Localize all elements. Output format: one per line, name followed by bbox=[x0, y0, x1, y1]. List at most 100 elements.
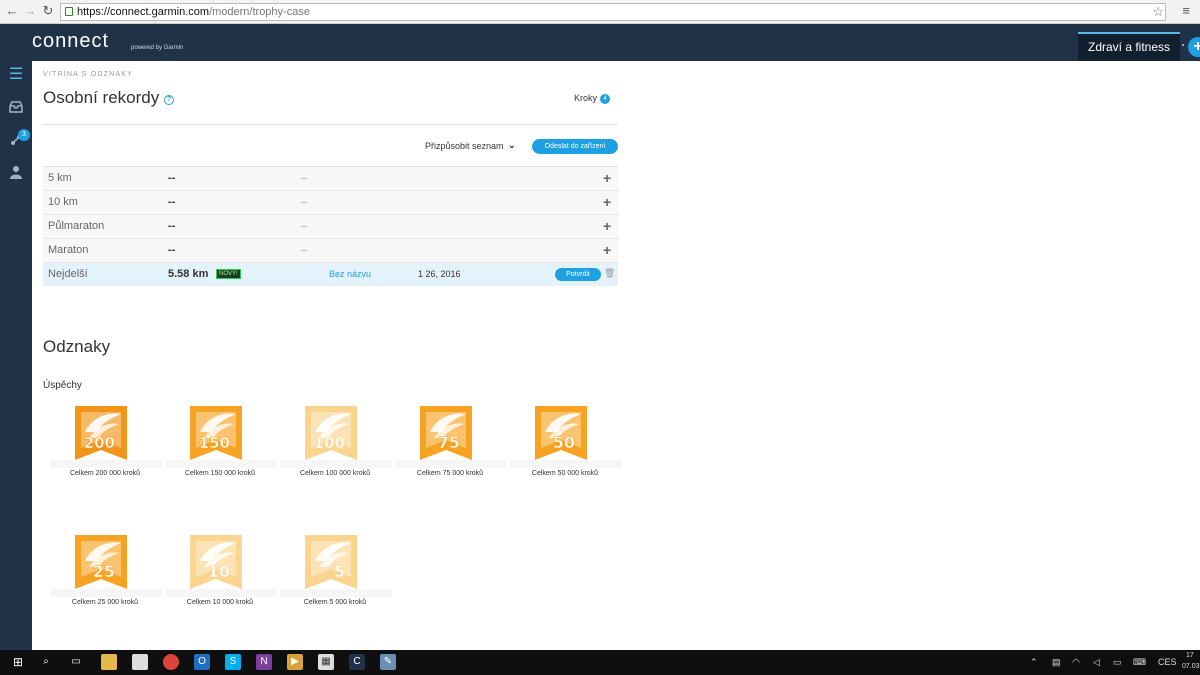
separator-dot bbox=[1182, 44, 1184, 46]
badge-label: Celkem 100 000 kroků bbox=[299, 470, 371, 477]
clock-time[interactable]: 17 bbox=[1186, 652, 1194, 659]
badge-number: 10 bbox=[208, 562, 230, 581]
notification-badge: 3 bbox=[18, 129, 30, 141]
windows-start-icon[interactable]: ⊞ bbox=[10, 654, 26, 670]
back-icon[interactable]: ← bbox=[4, 3, 20, 19]
trash-icon[interactable]: 🗑 bbox=[604, 268, 615, 279]
volume-icon[interactable]: ◁ bbox=[1093, 657, 1100, 668]
hamburger-menu-icon[interactable]: ☰ bbox=[8, 67, 24, 83]
paint-icon[interactable]: ✎ bbox=[380, 654, 396, 670]
media-player-icon[interactable]: ▶ bbox=[287, 654, 303, 670]
achievement-badge[interactable]: 50 Celkem 50 000 kroků bbox=[510, 406, 622, 496]
reload-icon[interactable]: ↻ bbox=[40, 3, 56, 19]
achievements-subtitle: Úspěchy bbox=[43, 380, 82, 391]
badge-label: Celkem 10 000 kroků bbox=[186, 599, 254, 606]
tab-health-fitness[interactable]: Zdraví a fitness bbox=[1078, 32, 1180, 61]
add-record-icon[interactable]: + bbox=[603, 242, 611, 258]
browser-menu-icon[interactable]: ≡ bbox=[1182, 3, 1190, 18]
record-activity: -- bbox=[301, 173, 307, 183]
badge-shadow bbox=[165, 589, 277, 597]
activity-link[interactable]: Bez názvu bbox=[329, 269, 371, 279]
record-row[interactable]: Půlmaraton -- -- + bbox=[43, 214, 618, 238]
confirm-button[interactable]: Potvrdit bbox=[555, 268, 601, 281]
badges-title: Odznaky bbox=[43, 337, 111, 356]
task-view-icon[interactable]: ▭ bbox=[68, 654, 84, 670]
achievement-badge[interactable]: 5 Celkem 5 000 kroků bbox=[280, 535, 392, 625]
record-value: -- bbox=[168, 244, 176, 256]
garmin-connect-icon[interactable]: C bbox=[349, 654, 365, 670]
record-row[interactable]: Maraton -- -- + bbox=[43, 238, 618, 262]
add-record-icon[interactable]: + bbox=[603, 218, 611, 234]
achievement-badge[interactable]: 75 Celkem 75 000 kroků bbox=[395, 406, 507, 496]
badge-shadow bbox=[50, 460, 162, 468]
chevron-down-icon[interactable]: ⌄ bbox=[508, 140, 516, 151]
logo-subtitle: powered by Garmin bbox=[131, 45, 184, 51]
badge-number: 200 bbox=[84, 434, 115, 452]
language-indicator[interactable]: CES bbox=[1158, 657, 1177, 667]
achievement-badge[interactable]: 200 Celkem 200 000 kroků bbox=[50, 406, 162, 496]
badge-shield-icon: 10 bbox=[190, 535, 242, 589]
windows-taskbar: ⊞ ⌕ ▭ O S N ▶ ▦ C ✎ ⌃ ▤ ◠ ◁ ▭ ⌨ CES 17 0… bbox=[0, 650, 1200, 675]
record-row[interactable]: 10 km -- -- + bbox=[43, 190, 618, 214]
breadcrumb: VITRÍNA S ODZNAKY bbox=[43, 71, 134, 78]
record-name: Nejdelší bbox=[48, 268, 88, 280]
badge-number: 150 bbox=[199, 434, 230, 452]
keyboard-icon[interactable]: ⌨ bbox=[1133, 657, 1146, 668]
store-icon[interactable] bbox=[132, 654, 148, 670]
achievement-badge[interactable]: 10 Celkem 10 000 kroků bbox=[165, 535, 277, 625]
forward-icon[interactable]: → bbox=[22, 3, 38, 19]
outlook-icon[interactable]: O bbox=[194, 654, 210, 670]
badge-number: 25 bbox=[93, 562, 115, 581]
network-icon[interactable]: ▤ bbox=[1052, 657, 1061, 668]
record-value: -- bbox=[168, 196, 176, 208]
url-path: /modern/trophy-case bbox=[209, 6, 310, 18]
badge-shadow bbox=[50, 589, 162, 597]
badge-label: Celkem 25 000 kroků bbox=[71, 599, 139, 606]
kroky-count-badge: 4 bbox=[600, 94, 610, 104]
badge-shield-icon: 100 bbox=[305, 406, 357, 460]
customize-list-dropdown[interactable]: Přizpůsobit seznam bbox=[425, 141, 504, 151]
add-record-icon[interactable]: + bbox=[603, 170, 611, 186]
inbox-icon[interactable] bbox=[8, 101, 24, 117]
achievement-badge[interactable]: 25 Celkem 25 000 kroků bbox=[50, 535, 162, 625]
file-explorer-icon[interactable] bbox=[101, 654, 117, 670]
address-bar[interactable]: https://connect.garmin.com/modern/trophy… bbox=[60, 3, 1166, 21]
badge-number: 50 bbox=[553, 433, 575, 452]
record-name: 5 km bbox=[48, 172, 72, 184]
badge-shield-icon: 50 bbox=[535, 406, 587, 460]
badge-label: Celkem 50 000 kroků bbox=[531, 470, 599, 477]
badge-shield-icon: 75 bbox=[420, 406, 472, 460]
send-to-device-button[interactable]: Odeslat do zařízení bbox=[532, 139, 618, 154]
kroky-filter[interactable]: Kroky bbox=[574, 93, 597, 103]
help-icon[interactable]: ? bbox=[164, 95, 174, 105]
badge-number: 100 bbox=[314, 434, 345, 452]
bookmark-star-icon[interactable]: ☆ bbox=[1152, 4, 1164, 20]
skype-icon[interactable]: S bbox=[225, 654, 241, 670]
record-row[interactable]: 5 km -- -- + bbox=[43, 166, 618, 190]
search-icon[interactable]: ⌕ bbox=[38, 654, 54, 670]
record-value: -- bbox=[168, 220, 176, 232]
calculator-icon[interactable]: ▦ bbox=[318, 654, 334, 670]
achievement-badge[interactable]: 100 Celkem 100 000 kroků bbox=[280, 406, 392, 496]
chevron-up-icon[interactable]: ⌃ bbox=[1030, 657, 1038, 668]
badge-label: Celkem 200 000 kroků bbox=[69, 470, 141, 477]
badge-shadow bbox=[510, 460, 622, 468]
record-date: 1 26, 2016 bbox=[418, 269, 461, 279]
sidebar: ☰ 3 bbox=[0, 61, 32, 650]
records-table: 5 km -- -- + 10 km -- -- + Půlmaraton --… bbox=[43, 166, 618, 286]
connect-logo[interactable]: connect bbox=[32, 30, 109, 53]
page-title: Osobní rekordy bbox=[43, 88, 160, 107]
achievement-badge[interactable]: 150 Celkem 150 000 kroků bbox=[165, 406, 277, 496]
record-row-longest[interactable]: Nejdelší 5.58 km NOVÝ! Bez názvu 1 26, 2… bbox=[43, 262, 618, 286]
badge-shield-icon: 150 bbox=[190, 406, 242, 460]
user-icon[interactable] bbox=[8, 165, 24, 181]
add-record-icon[interactable]: + bbox=[603, 194, 611, 210]
wifi-icon[interactable]: ◠ bbox=[1072, 657, 1080, 668]
notifications-icon[interactable]: ▭ bbox=[1113, 657, 1122, 668]
clock-date[interactable]: 07.03 bbox=[1182, 663, 1200, 670]
badge-number: 5 bbox=[334, 562, 345, 581]
chrome-icon[interactable] bbox=[163, 654, 179, 670]
onenote-icon[interactable]: N bbox=[256, 654, 272, 670]
record-activity: -- bbox=[301, 245, 307, 255]
record-name: Maraton bbox=[48, 244, 89, 256]
